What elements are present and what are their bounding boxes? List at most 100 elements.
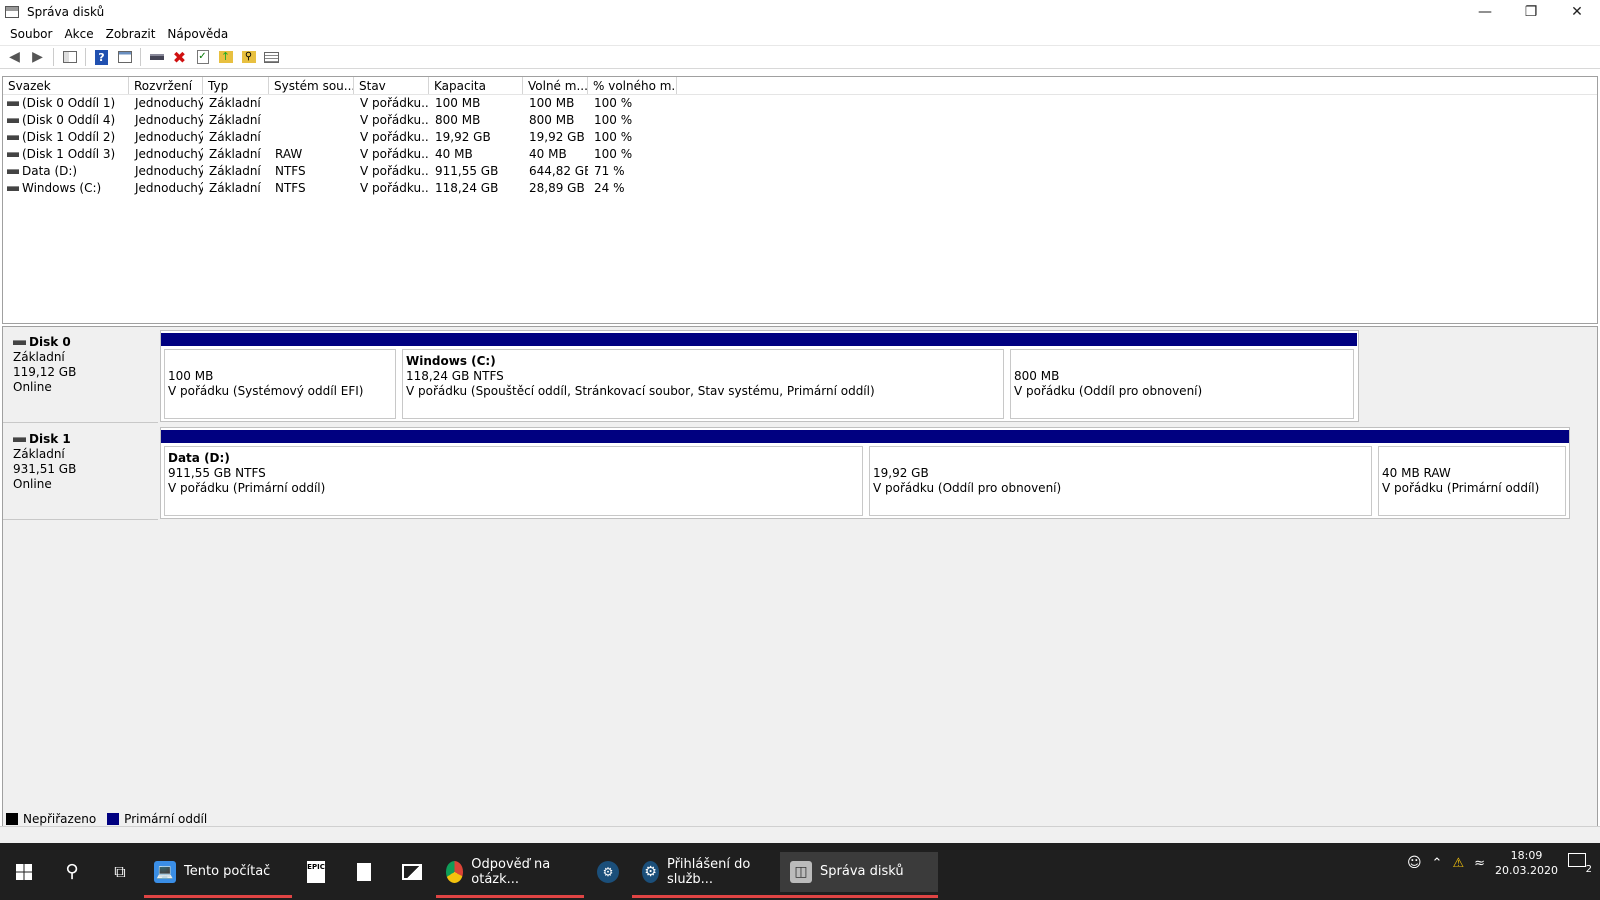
folder-up-icon: ↑ bbox=[218, 51, 233, 63]
search-button[interactable]: ⚲ bbox=[48, 852, 96, 892]
taskbar-notepad[interactable] bbox=[340, 852, 388, 892]
layout-cell: Jednoduchý bbox=[135, 147, 203, 161]
menu-soubor[interactable]: Soubor bbox=[4, 27, 58, 41]
delete-button[interactable]: ✖ bbox=[169, 47, 190, 67]
column-rozvrzeni[interactable]: Rozvržení bbox=[129, 77, 203, 94]
system-tray: ☺ ⌃ ⚠ ≈ 18:09 20.03.2020 2 bbox=[1407, 843, 1600, 883]
table-cell: 800 MB bbox=[523, 112, 588, 129]
partition[interactable]: 100 MB V pořádku (Systémový oddíl EFI) bbox=[161, 333, 399, 419]
status-cell: V pořádku... bbox=[360, 147, 429, 161]
table-cell: Základní bbox=[203, 163, 269, 180]
taskbar-app-steam-login[interactable]: ⚙ Přihlášení do služb... bbox=[632, 852, 780, 898]
taskbar-app-chrome[interactable]: Odpověď na otázk... bbox=[436, 852, 584, 898]
taskbar-photos[interactable] bbox=[388, 852, 436, 892]
percent-free-cell: 100 % bbox=[594, 96, 633, 110]
search-folder-button[interactable]: ⚲ bbox=[238, 47, 259, 67]
column-kapacita[interactable]: Kapacita bbox=[429, 77, 523, 94]
file-system-cell: RAW bbox=[275, 147, 303, 161]
people-icon[interactable]: ☺ bbox=[1407, 855, 1422, 871]
table-cell: Jednoduchý bbox=[129, 146, 203, 163]
this-pc-icon: 💻 bbox=[154, 860, 176, 883]
restore-button[interactable]: ❐ bbox=[1508, 0, 1554, 23]
taskbar-steam-pinned[interactable]: ⚙ bbox=[584, 852, 632, 892]
status-cell: V pořádku... bbox=[360, 181, 429, 195]
table-cell: Jednoduchý bbox=[129, 129, 203, 146]
percent-free-cell: 100 % bbox=[594, 130, 633, 144]
taskbar-epic-games[interactable]: EPIC bbox=[292, 852, 340, 892]
table-cell: (Disk 0 Oddíl 4) bbox=[3, 112, 129, 129]
partition-size: 118,24 GB NTFS bbox=[406, 369, 504, 383]
free-space-cell: 100 MB bbox=[529, 96, 575, 110]
forward-arrow-icon: ▶ bbox=[32, 49, 43, 65]
disk-1-label[interactable]: Disk 1 Základní 931,51 GB Online bbox=[3, 424, 158, 520]
column-stav[interactable]: Stav bbox=[354, 77, 429, 94]
partition[interactable]: Windows (C:) 118,24 GB NTFS V pořádku (S… bbox=[399, 333, 1007, 419]
menu-zobrazit[interactable]: Zobrazit bbox=[100, 27, 162, 41]
forward-button[interactable]: ▶ bbox=[27, 47, 48, 67]
table-cell bbox=[269, 129, 354, 146]
table-cell: (Disk 1 Oddíl 2) bbox=[3, 129, 129, 146]
partition[interactable]: 19,92 GB V pořádku (Oddíl pro obnovení) bbox=[866, 430, 1375, 516]
primary-partition-bar bbox=[1007, 333, 1357, 346]
table-row[interactable]: (Disk 0 Oddíl 1) Jednoduchý Základní V pořá… bbox=[3, 95, 1597, 112]
task-view-button[interactable]: ⧉ bbox=[96, 852, 144, 892]
column-procent-volneho-mista[interactable]: % volného m... bbox=[588, 77, 677, 94]
properties-button[interactable] bbox=[114, 47, 135, 67]
menu-akce[interactable]: Akce bbox=[58, 27, 99, 41]
help-button[interactable]: ? bbox=[91, 47, 112, 67]
type-cell: Základní bbox=[209, 130, 261, 144]
photos-icon bbox=[402, 863, 422, 880]
notifications-button[interactable]: 2 bbox=[1568, 853, 1592, 875]
column-volne-misto[interactable]: Volné m... bbox=[523, 77, 588, 94]
view-button[interactable] bbox=[261, 47, 282, 67]
clock[interactable]: 18:09 20.03.2020 bbox=[1495, 848, 1558, 878]
table-cell: 644,82 GB bbox=[523, 163, 588, 180]
table-row[interactable]: (Disk 1 Oddíl 2) Jednoduchý Základní V pořá… bbox=[3, 129, 1597, 146]
chevron-up-icon[interactable]: ⌃ bbox=[1432, 856, 1443, 871]
partition[interactable]: Data (D:) 911,55 GB NTFS V pořádku (Prim… bbox=[161, 430, 866, 516]
back-button[interactable]: ◀ bbox=[4, 47, 25, 67]
table-row[interactable]: (Disk 1 Oddíl 3) Jednoduchý Základní RAW V p… bbox=[3, 146, 1597, 163]
check-button[interactable]: ✓ bbox=[192, 47, 213, 67]
partition-name: Windows (C:) bbox=[406, 354, 496, 368]
volume-list[interactable]: Svazek Rozvržení Typ Systém sou... Stav … bbox=[2, 76, 1598, 324]
wifi-icon[interactable]: ≈ bbox=[1474, 856, 1485, 871]
connect-drive-button[interactable] bbox=[146, 47, 167, 67]
taskbar-app-this-pc[interactable]: 💻 Tento počítač bbox=[144, 852, 292, 898]
partition[interactable]: 40 MB RAW V pořádku (Primární oddíl) bbox=[1375, 430, 1569, 516]
taskbar-app-label: Přihlášení do služb... bbox=[666, 856, 751, 887]
help-icon: ? bbox=[95, 49, 108, 65]
taskbar-app-disk-management[interactable]: ◫ Správa disků bbox=[780, 851, 938, 898]
taskbar-app-label: Správa disků bbox=[820, 864, 904, 879]
table-row[interactable]: (Disk 0 Oddíl 4) Jednoduchý Základní V pořá… bbox=[3, 112, 1597, 129]
menu-napoveda[interactable]: Nápověda bbox=[161, 27, 234, 41]
table-cell: (Disk 0 Oddíl 1) bbox=[3, 95, 129, 112]
table-cell: 40 MB bbox=[429, 146, 523, 163]
disk-row-1: Disk 1 Základní 931,51 GB Online Data (D… bbox=[3, 424, 1599, 520]
onedrive-warning-icon[interactable]: ⚠ bbox=[1452, 856, 1464, 871]
disk-0-label[interactable]: Disk 0 Základní 119,12 GB Online bbox=[3, 327, 158, 423]
column-system-souboru[interactable]: Systém sou... bbox=[269, 77, 354, 94]
start-button[interactable] bbox=[0, 852, 48, 892]
partition-name: Data (D:) bbox=[168, 451, 230, 465]
partition[interactable]: 800 MB V pořádku (Oddíl pro obnovení) bbox=[1007, 333, 1357, 419]
folder-up-button[interactable]: ↑ bbox=[215, 47, 236, 67]
table-cell: 100 % bbox=[588, 112, 677, 129]
taskbar: ⚲ ⧉ 💻 Tento počítač EPIC Odpověď na otáz… bbox=[0, 843, 1600, 900]
volume-name-cell: (Disk 0 Oddíl 4) bbox=[22, 113, 116, 127]
table-cell: Jednoduchý bbox=[129, 163, 203, 180]
taskbar-app-label: Odpověď na otázk... bbox=[471, 856, 551, 887]
minimize-button[interactable]: — bbox=[1462, 0, 1508, 23]
table-row[interactable]: Data (D:) Jednoduchý Základní NTFS V pořádku… bbox=[3, 163, 1597, 180]
column-typ[interactable]: Typ bbox=[203, 77, 269, 94]
task-view-icon: ⧉ bbox=[114, 861, 126, 881]
type-cell: Základní bbox=[209, 181, 261, 195]
table-row[interactable]: Windows (C:) Jednoduchý Základní NTFS V pořá… bbox=[3, 180, 1597, 197]
column-svazek[interactable]: Svazek bbox=[3, 77, 129, 94]
percent-free-cell: 24 % bbox=[594, 181, 625, 195]
table-cell: V pořádku... bbox=[354, 95, 429, 112]
partition-size: 19,92 GB bbox=[873, 466, 929, 480]
table-cell: 911,55 GB bbox=[429, 163, 523, 180]
console-tree-button[interactable] bbox=[59, 47, 80, 67]
close-button[interactable]: ✕ bbox=[1554, 0, 1600, 23]
